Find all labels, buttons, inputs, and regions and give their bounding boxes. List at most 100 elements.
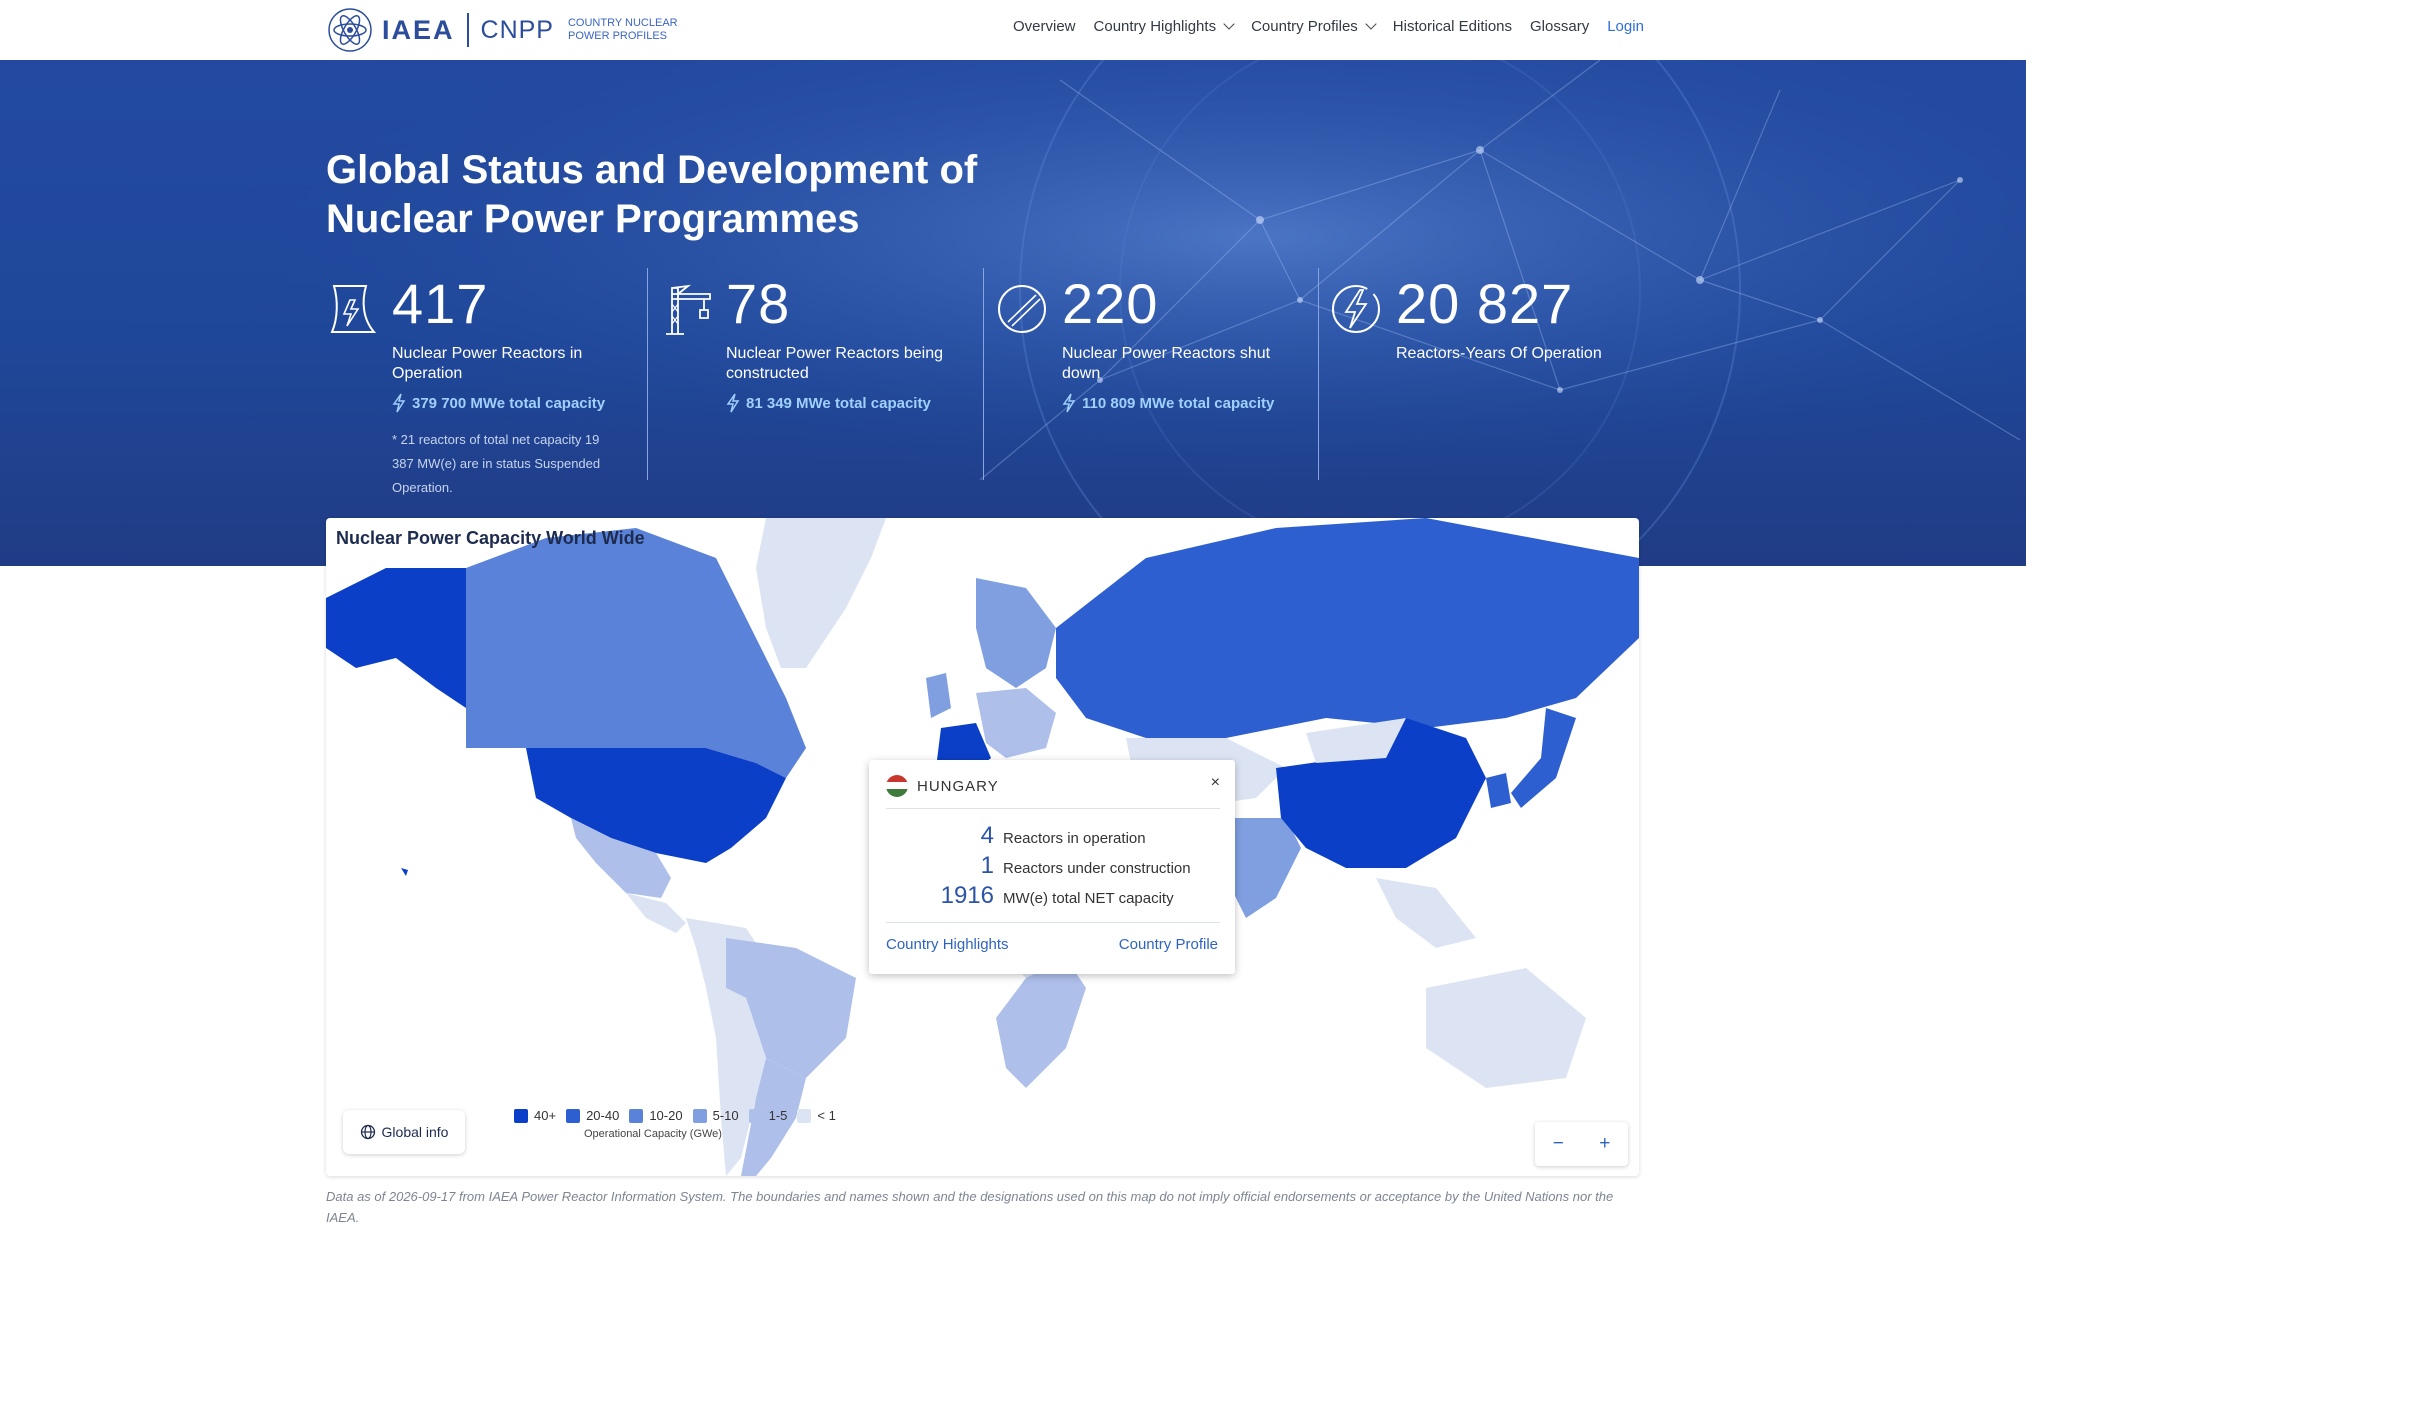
logo-cnpp-text: CNPP — [480, 15, 554, 44]
shutdown-icon — [998, 285, 1046, 333]
cnpp-logo[interactable]: IAEA CNPP COUNTRY NUCLEAR POWER PROFILES — [326, 4, 688, 56]
nav-country-profiles[interactable]: Country Profiles — [1251, 17, 1377, 35]
country-popup: HUNGARY × 4 Reactors in operation 1 Reac… — [869, 760, 1235, 974]
legend-item-10-20: 10-20 — [629, 1108, 683, 1123]
legend-item-40plus: 40+ — [514, 1108, 556, 1123]
stat-capacity: 379 700 MWe total capacity — [392, 393, 605, 413]
country-central-america — [626, 893, 686, 933]
country-australia — [1426, 968, 1586, 1088]
nav-historical-editions-label: Historical Editions — [1392, 17, 1513, 35]
main-nav: Overview Country Highlights Country Prof… — [1013, 0, 1662, 52]
country-hawaii — [401, 868, 408, 876]
map-disclaimer: Data as of 2026-09-17 from IAEA Power Re… — [326, 1189, 1614, 1225]
crane-icon — [666, 284, 711, 335]
country-central-europe — [976, 688, 1056, 758]
legend-item-20-40: 20-40 — [566, 1108, 619, 1123]
country-korea — [1486, 773, 1511, 808]
lightning-icon — [726, 393, 740, 413]
country-usa-alaska — [326, 568, 466, 708]
stat-capacity-text: 81 349 MWe total capacity — [746, 394, 931, 412]
chevron-down-icon — [1223, 18, 1235, 30]
country-scandinavia — [976, 578, 1056, 688]
legend-label: 10-20 — [649, 1108, 683, 1123]
logo-separator — [466, 13, 469, 47]
stat-capacity: 110 809 MWe total capacity — [1062, 393, 1274, 413]
popup-row-text: Reactors in operation — [1003, 830, 1146, 847]
stat-capacity-text: 379 700 MWe total capacity — [412, 394, 606, 412]
nav-historical-editions[interactable]: Historical Editions — [1393, 18, 1512, 35]
global-info-label: Global info — [381, 1124, 449, 1140]
country-greenland — [756, 518, 886, 668]
popup-row-value: 1916 — [940, 882, 994, 909]
chevron-down-icon — [1365, 18, 1377, 30]
lightning-circle-icon — [1332, 285, 1380, 333]
popup-divider — [886, 922, 1220, 923]
legend-item-1-5: 1-5 — [748, 1108, 788, 1123]
nav-overview[interactable]: Overview — [1013, 18, 1076, 35]
nav-country-profiles-label: Country Profiles — [1251, 17, 1358, 35]
popup-row-text: Reactors under construction — [1003, 860, 1191, 877]
stat-value: 20 827 — [1396, 272, 1574, 335]
nav-glossary-label: Glossary — [1530, 17, 1590, 35]
globe-icon — [360, 1124, 375, 1140]
stat-note: * 21 reactors of total net capacity 19 3… — [392, 432, 601, 495]
lightning-icon — [392, 393, 406, 413]
popup-row-value: 4 — [980, 822, 994, 849]
logo-iaea-text: IAEA — [382, 14, 455, 45]
lightning-icon — [1062, 393, 1076, 413]
legend-label: 1-5 — [768, 1108, 788, 1123]
stat-capacity: 81 349 MWe total capacity — [726, 393, 931, 413]
hero-title: Global Status and Development of Nuclear… — [326, 148, 978, 241]
iaea-emblem-icon — [328, 8, 372, 52]
country-profile-link[interactable]: Country Profile — [1119, 936, 1218, 953]
stat-divider — [983, 268, 984, 480]
country-usa — [526, 748, 786, 863]
legend-item-lt1: < 1 — [797, 1108, 836, 1123]
stat-reactor-years: 20 827 Reactors-Years Of Operation — [1330, 270, 1650, 480]
stat-label: Nuclear Power Reactors shut down — [1062, 345, 1271, 382]
map-title: Nuclear Power Capacity World Wide — [336, 528, 645, 548]
country-russia — [1056, 518, 1639, 738]
popup-divider — [886, 808, 1220, 809]
stat-reactors-operation: 417 Nuclear Power Reactors in Operation … — [326, 270, 646, 495]
popup-row-construction: 1 Reactors under construction — [869, 852, 1235, 880]
close-icon[interactable]: × — [1211, 774, 1220, 792]
stat-label: Reactors-Years Of Operation — [1396, 345, 1602, 362]
zoom-out-button[interactable]: − — [1553, 1133, 1564, 1155]
country-uk — [926, 673, 951, 718]
stat-divider — [1318, 268, 1319, 480]
popup-row-capacity: 1916 MW(e) total NET capacity — [869, 882, 1235, 910]
stat-value: 220 — [1062, 272, 1159, 335]
popup-row-operation: 4 Reactors in operation — [869, 822, 1235, 850]
zoom-controls: − + — [1535, 1122, 1628, 1166]
country-southeast-asia — [1376, 878, 1476, 948]
nav-login-label: Login — [1607, 17, 1644, 35]
nav-glossary[interactable]: Glossary — [1530, 18, 1589, 35]
legend-label: < 1 — [817, 1108, 836, 1123]
stat-reactors-construction: 78 Nuclear Power Reactors being construc… — [660, 270, 980, 480]
zoom-in-button[interactable]: + — [1599, 1133, 1610, 1155]
top-navigation-bar: IAEA CNPP COUNTRY NUCLEAR POWER PROFILES… — [0, 0, 2026, 61]
country-japan — [1511, 708, 1576, 808]
hero-banner: Global Status and Development of Nuclear… — [0, 60, 2026, 566]
stat-value: 417 — [392, 272, 489, 335]
legend-label: 20-40 — [586, 1108, 620, 1123]
country-highlights-link[interactable]: Country Highlights — [886, 936, 1009, 953]
stat-reactors-shutdown: 220 Nuclear Power Reactors shut down 110… — [996, 270, 1316, 480]
cooling-tower-icon — [330, 285, 377, 333]
global-info-button[interactable]: Global info — [343, 1110, 465, 1154]
legend-caption: Operational Capacity (GWe) — [584, 1128, 722, 1140]
popup-country-name: HUNGARY — [917, 778, 999, 795]
nav-login[interactable]: Login — [1607, 18, 1644, 35]
legend-label: 40+ — [534, 1108, 557, 1123]
country-india — [1226, 818, 1301, 918]
stat-label: Nuclear Power Reactors in Operation — [392, 345, 583, 382]
stat-value: 78 — [726, 272, 791, 335]
hungary-flag-icon — [886, 775, 908, 797]
country-south-africa — [996, 958, 1086, 1088]
stat-capacity-text: 110 809 MWe total capacity — [1082, 394, 1275, 412]
nav-country-highlights[interactable]: Country Highlights — [1094, 18, 1235, 35]
logo-subtitle: COUNTRY NUCLEAR POWER PROFILES — [567, 17, 678, 42]
nav-overview-label: Overview — [1013, 17, 1076, 35]
legend-item-5-10: 5-10 — [692, 1108, 739, 1123]
